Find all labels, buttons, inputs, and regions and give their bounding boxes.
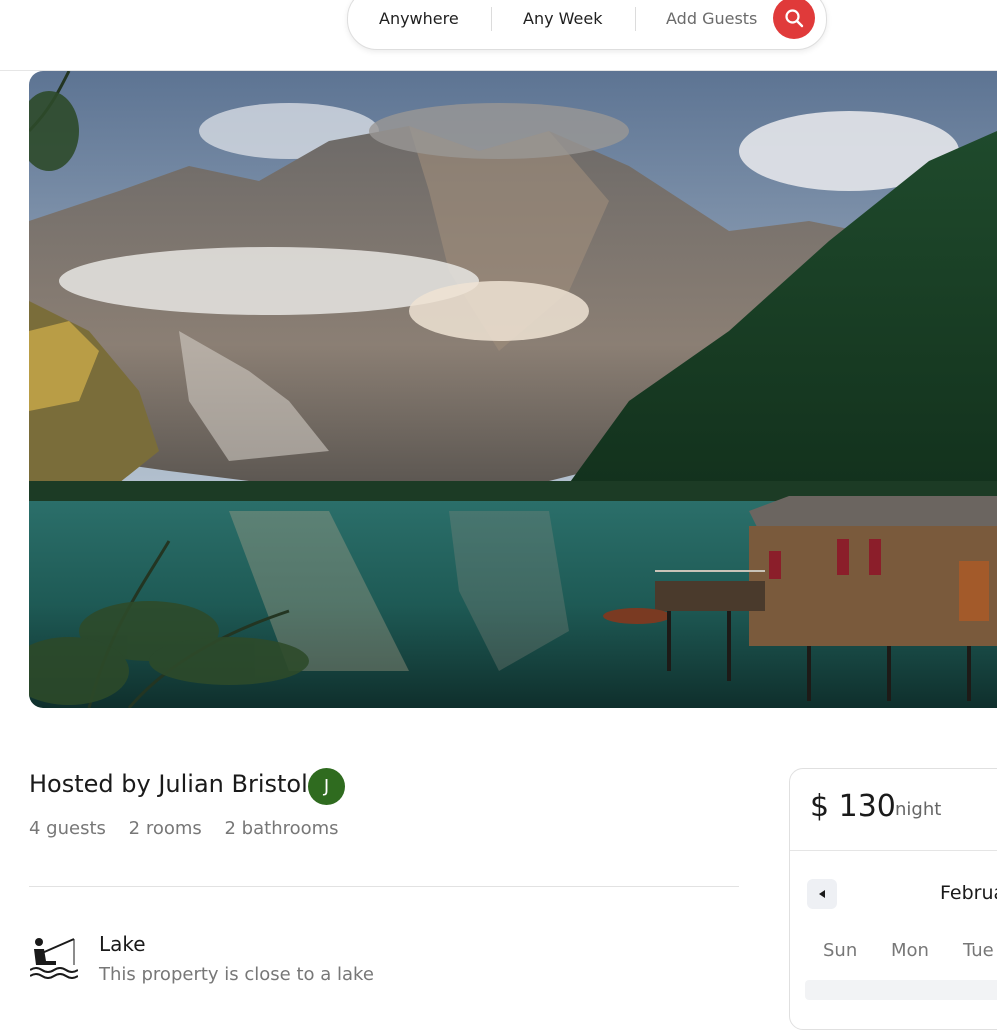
fishing-icon bbox=[30, 938, 78, 979]
previous-month-button[interactable] bbox=[807, 879, 837, 909]
calendar-month: Februa bbox=[940, 882, 997, 904]
location-filter[interactable]: Anywhere bbox=[379, 1, 459, 37]
chevron-left-icon bbox=[819, 890, 825, 898]
guest-count: 4 guests bbox=[29, 818, 106, 839]
room-count: 2 rooms bbox=[128, 818, 202, 839]
weekday-label: Tue bbox=[963, 940, 994, 961]
feature-description: This property is close to a lake bbox=[99, 964, 374, 985]
calendar-row[interactable] bbox=[805, 980, 997, 1000]
pill-divider bbox=[491, 7, 492, 31]
card-divider bbox=[790, 850, 997, 851]
listing-stats: 4 guests 2 rooms 2 bathrooms bbox=[29, 818, 356, 839]
bathroom-count: 2 bathrooms bbox=[224, 818, 339, 839]
search-icon bbox=[785, 9, 804, 28]
feature-title: Lake bbox=[99, 932, 146, 956]
search-button[interactable] bbox=[773, 0, 815, 39]
listing-photo[interactable] bbox=[29, 71, 997, 708]
price-unit: night bbox=[895, 799, 942, 820]
guests-filter[interactable]: Add Guests bbox=[666, 1, 757, 37]
booking-card: $ 130 night Februa Sun Mon Tue bbox=[789, 768, 997, 1030]
price: $ 130 bbox=[810, 789, 896, 824]
search-pill: Anywhere Any Week Add Guests bbox=[347, 0, 827, 50]
week-filter[interactable]: Any Week bbox=[523, 1, 602, 37]
weekday-label: Mon bbox=[891, 940, 929, 961]
host-avatar[interactable]: J bbox=[308, 768, 345, 805]
weekday-label: Sun bbox=[823, 940, 858, 961]
section-divider bbox=[29, 886, 739, 887]
pill-divider bbox=[635, 7, 636, 31]
host-title: Hosted by Julian Bristol bbox=[29, 770, 308, 798]
top-bar: Anywhere Any Week Add Guests bbox=[0, 0, 997, 71]
